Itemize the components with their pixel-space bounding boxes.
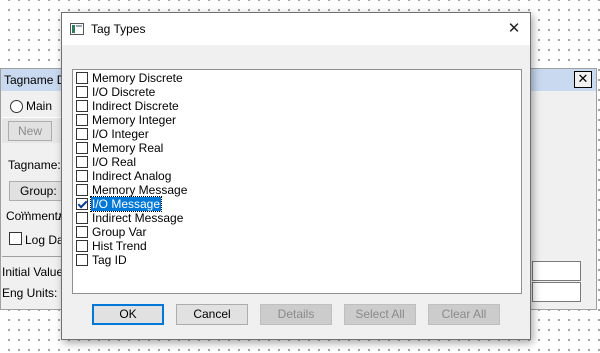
tag-type-checkbox[interactable] (76, 198, 88, 210)
tag-type-checkbox[interactable] (76, 156, 88, 168)
tag-type-label[interactable]: Indirect Message (91, 211, 184, 225)
tag-type-checkbox[interactable] (76, 184, 88, 196)
tagname-label: Tagname: (8, 158, 61, 172)
ok-button[interactable]: OK (92, 304, 164, 325)
list-item[interactable]: Memory Integer (76, 113, 177, 127)
tag-type-label[interactable]: Memory Message (91, 183, 188, 197)
radio-circle-icon[interactable] (10, 99, 23, 113)
background-close-icon[interactable]: ✕ (574, 71, 592, 88)
list-item[interactable]: I/O Message (76, 196, 163, 212)
tag-types-dialog: Tag Types ✕ Memory Discrete I/O Discrete I… (61, 12, 531, 340)
tag-type-checkbox[interactable] (76, 100, 88, 112)
main-radio[interactable]: Main (10, 99, 52, 113)
initial-value-label: Initial Value: (2, 265, 67, 279)
tag-type-checkbox[interactable] (76, 86, 88, 98)
tag-type-label[interactable]: Hist Trend (91, 239, 148, 253)
list-item[interactable]: Memory Discrete (76, 71, 184, 85)
details-button[interactable]: Details (260, 304, 332, 325)
list-item[interactable]: Tag ID (76, 253, 128, 267)
tag-type-checkbox[interactable] (76, 212, 88, 224)
cancel-button[interactable]: Cancel (176, 304, 248, 325)
tag-type-label[interactable]: Memory Real (91, 141, 164, 155)
tag-type-checkbox[interactable] (76, 240, 88, 252)
list-item[interactable]: I/O Real (76, 155, 137, 169)
dialog-title: Tag Types (91, 22, 146, 36)
tag-type-label[interactable]: Group Var (91, 225, 147, 239)
list-item[interactable]: Indirect Message (76, 211, 184, 225)
close-icon[interactable]: ✕ (498, 13, 530, 44)
tag-type-label[interactable]: Indirect Discrete (91, 99, 180, 113)
tag-type-label[interactable]: I/O Integer (91, 127, 150, 141)
log-data-checkbox[interactable] (9, 232, 22, 245)
tag-type-label[interactable]: Tag ID (91, 253, 128, 267)
list-item[interactable]: Indirect Analog (76, 169, 172, 183)
tag-type-checkbox[interactable] (76, 128, 88, 140)
eng-units-label: Eng Units: (2, 286, 58, 300)
tag-type-checkbox[interactable] (76, 142, 88, 154)
tag-type-label[interactable]: I/O Message (89, 196, 163, 212)
tag-type-checkbox[interactable] (76, 254, 88, 266)
initial-value-field[interactable] (532, 261, 581, 281)
list-item[interactable]: Indirect Discrete (76, 99, 180, 113)
list-item[interactable]: I/O Discrete (76, 85, 156, 99)
list-item[interactable]: I/O Integer (76, 127, 150, 141)
tag-type-label[interactable]: I/O Real (91, 155, 137, 169)
comment-label: Comment: (6, 209, 62, 223)
select-all-button[interactable]: Select All (344, 304, 416, 325)
main-radio-label: Main (26, 99, 53, 113)
eng-units-field[interactable] (532, 282, 581, 302)
clear-all-button[interactable]: Clear All (428, 304, 500, 325)
window-app-icon (70, 23, 84, 35)
tag-type-label[interactable]: I/O Discrete (91, 85, 156, 99)
list-item[interactable]: Memory Message (76, 183, 188, 197)
tag-type-label[interactable]: Memory Discrete (91, 71, 184, 85)
tag-type-checkbox[interactable] (76, 226, 88, 238)
list-item[interactable]: Group Var (76, 225, 147, 239)
list-item[interactable]: Hist Trend (76, 239, 148, 253)
new-button[interactable]: New (8, 121, 52, 141)
tag-type-checkbox[interactable] (76, 114, 88, 126)
tag-type-label[interactable]: Memory Integer (91, 113, 177, 127)
tag-types-list: Memory Discrete I/O Discrete Indirect Disc… (72, 69, 522, 294)
list-item[interactable]: Memory Real (76, 141, 164, 155)
tag-type-checkbox[interactable] (76, 72, 88, 84)
tag-type-label[interactable]: Indirect Analog (91, 169, 172, 183)
background-divider (2, 256, 62, 257)
group-button[interactable]: Group: ... (9, 181, 65, 216)
background-window-title: Tagname D (4, 73, 66, 87)
dialog-titlebar[interactable]: Tag Types ✕ (62, 13, 530, 45)
tag-type-checkbox[interactable] (76, 170, 88, 182)
